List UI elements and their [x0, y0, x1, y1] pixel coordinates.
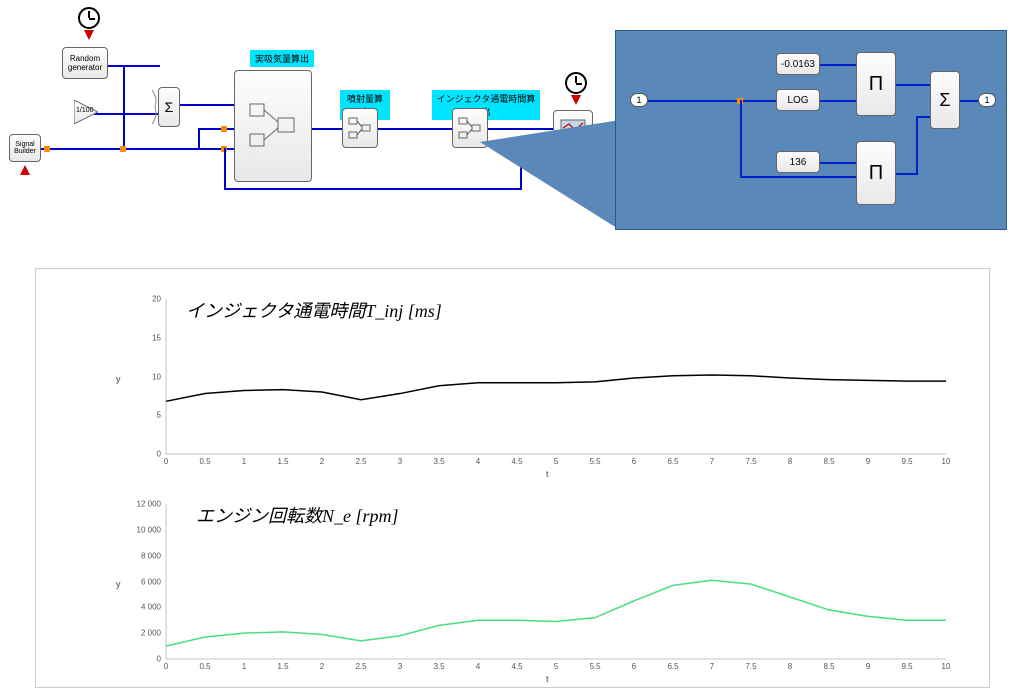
chart-tinj: インジェクタ通電時間T_inj [ms] 00.511.522.533.544.… [136, 289, 956, 469]
subsystem-block-1[interactable] [234, 70, 312, 182]
output-port[interactable]: 1 [978, 93, 996, 107]
log-block[interactable]: LOG [776, 89, 820, 111]
xlabel-2: t [546, 674, 549, 684]
ylabel-1: y [116, 374, 121, 384]
red-arrow-icon [571, 95, 581, 105]
plot-1 [136, 289, 956, 464]
product-block-1[interactable]: Π [856, 52, 896, 116]
red-arrow-icon [84, 30, 94, 40]
detail-panel: 1 1 -0.0163 LOG 136 Π Π Σ [615, 30, 1007, 230]
plot-2 [136, 494, 956, 669]
chart-ne: エンジン回転数N_e [rpm] 00.511.522.533.544.555.… [136, 494, 956, 674]
sum-block[interactable]: Σ [158, 87, 180, 127]
input-port[interactable]: 1 [630, 93, 648, 107]
const-block-1[interactable]: -0.0163 [776, 53, 820, 75]
const-block-2[interactable]: 136 [776, 151, 820, 173]
sum-block-detail[interactable]: Σ [930, 71, 960, 129]
gain-label: 1/100 [76, 107, 94, 114]
signal-builder-block[interactable]: Signal Builder [9, 134, 41, 162]
random-generator-block[interactable]: Random generator [62, 47, 108, 79]
subsystem-block-2[interactable] [342, 108, 378, 148]
subsystem-icon [348, 116, 372, 140]
xlabel-1: t [546, 469, 549, 479]
product-block-2[interactable]: Π [856, 141, 896, 205]
clock-icon [565, 72, 587, 94]
subsystem-icon [248, 96, 298, 156]
subsystem-icon [458, 116, 482, 140]
charts-panel: インジェクタ通電時間T_inj [ms] 00.511.522.533.544.… [35, 268, 990, 688]
red-arrow-icon [20, 165, 30, 175]
subsystem-label-1: 実吸気量算出 [250, 50, 314, 67]
clock-icon [78, 7, 100, 29]
gain-block[interactable]: 1/100 [74, 100, 98, 124]
ylabel-2: y [116, 579, 121, 589]
